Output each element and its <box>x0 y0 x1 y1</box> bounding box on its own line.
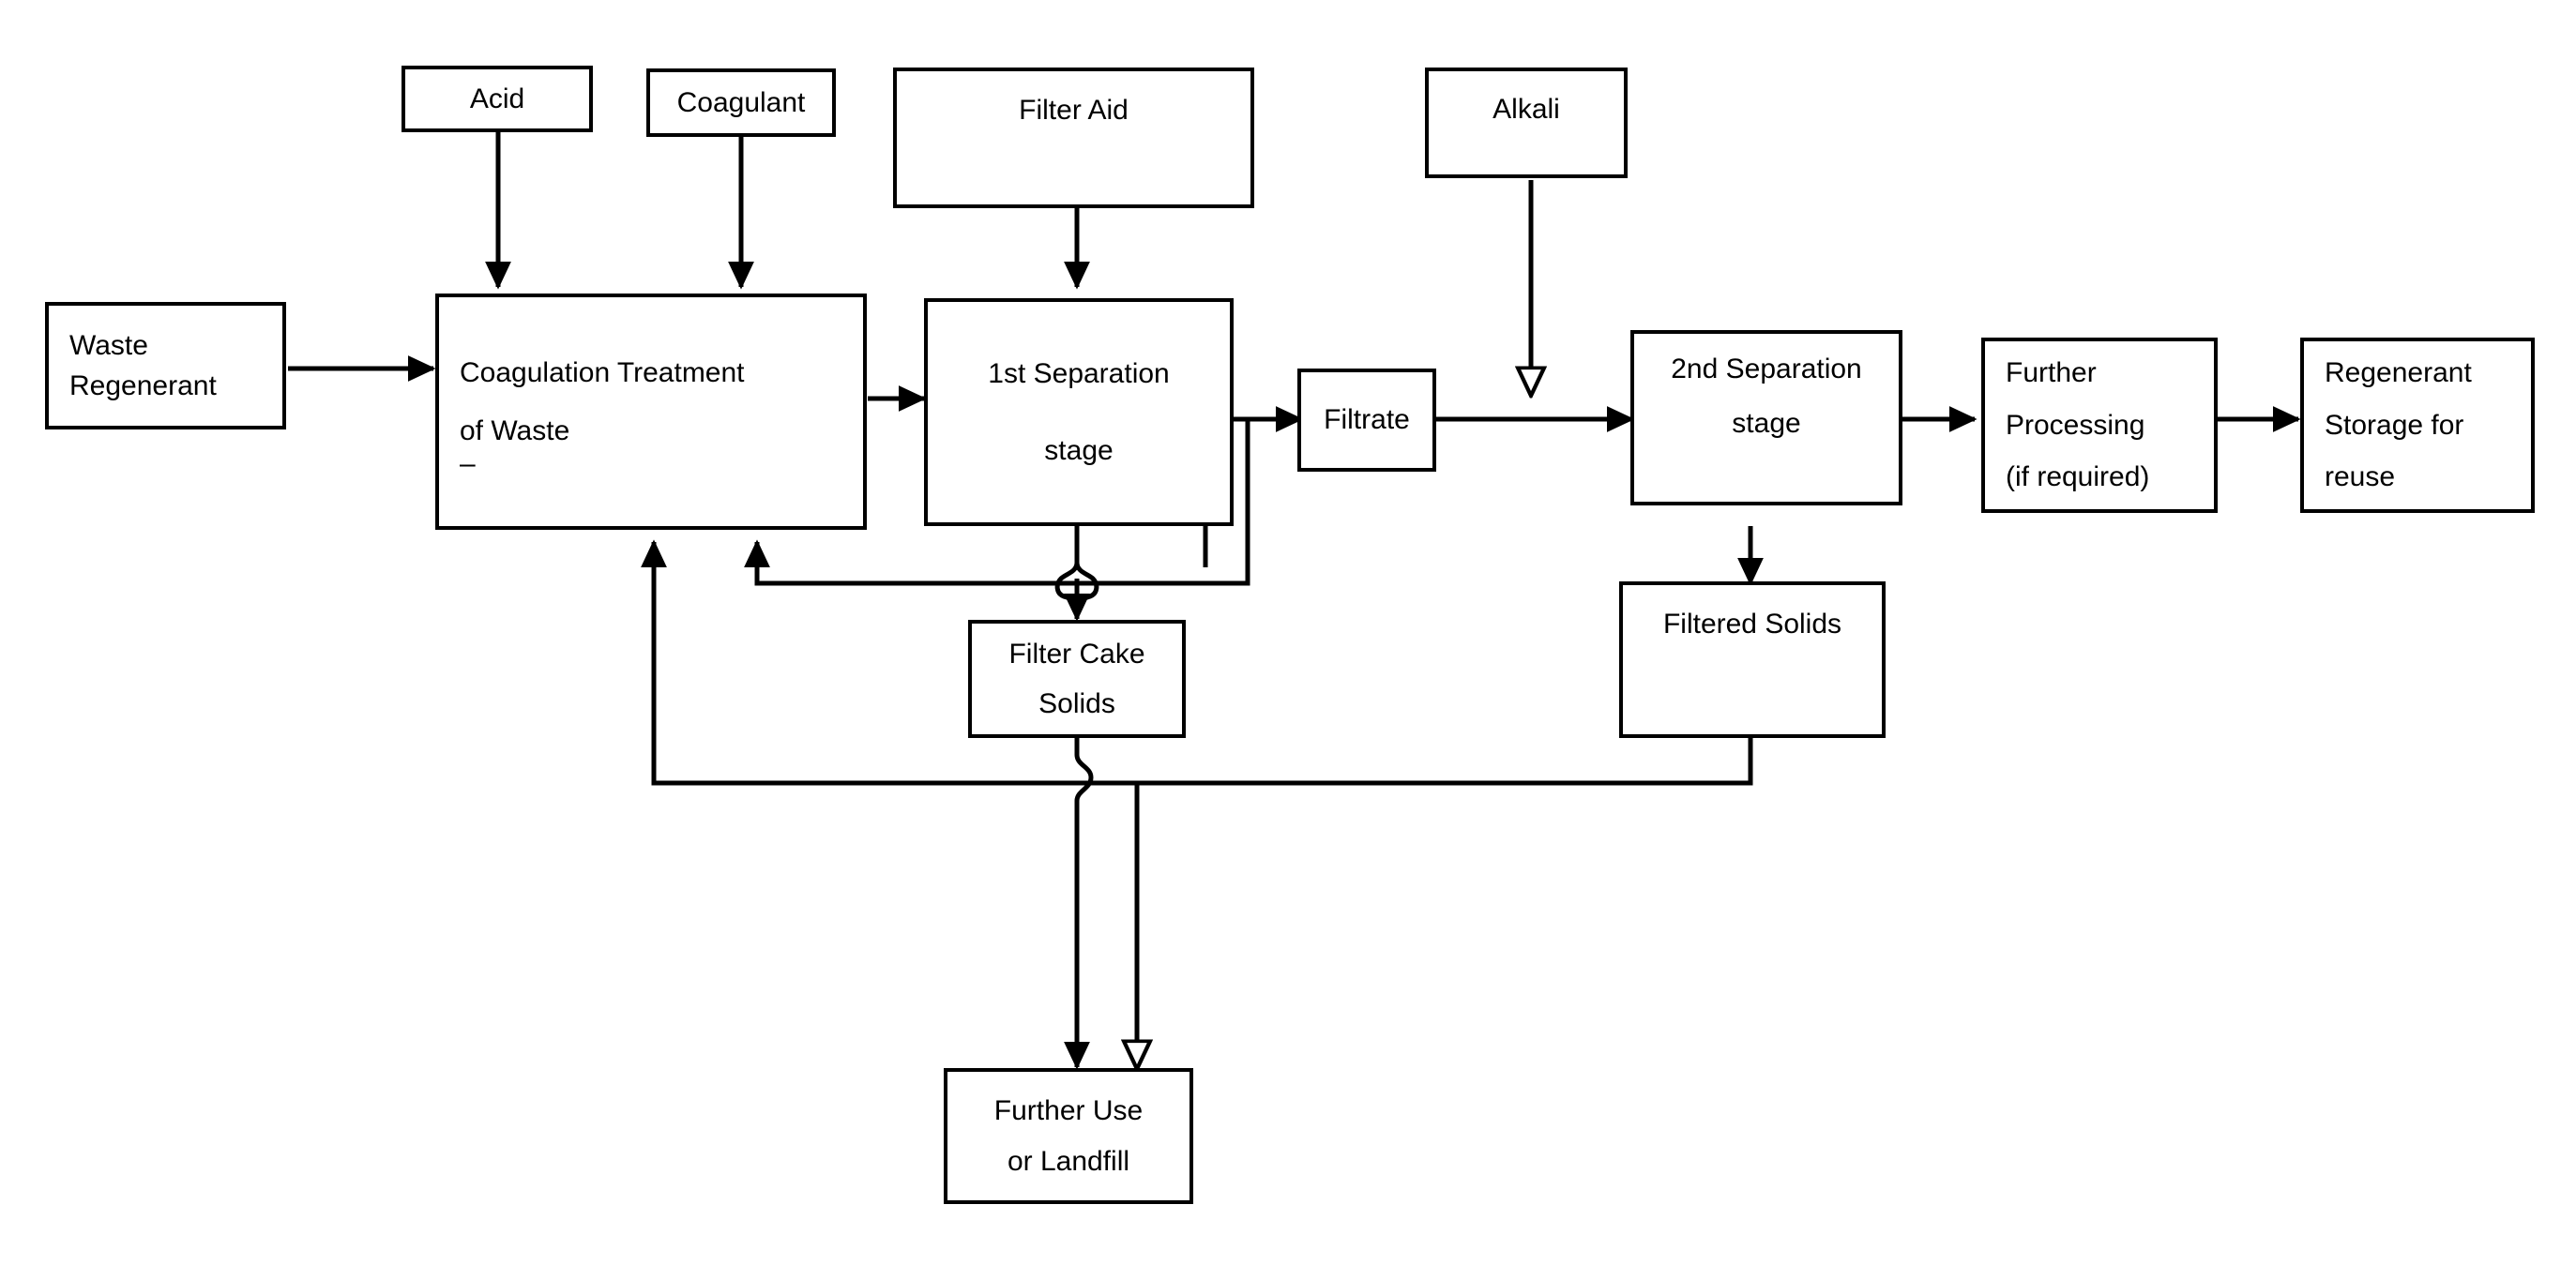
node-regenerant-storage-label-3: reuse <box>2325 461 2396 493</box>
node-waste-regenerant[interactable]: Waste Regenerant <box>45 302 286 429</box>
node-coagulant[interactable]: Coagulant <box>646 68 836 137</box>
node-acid[interactable]: Acid <box>402 66 593 132</box>
node-alkali-label: Alkali <box>1493 94 1560 126</box>
node-filter-aid[interactable]: Filter Aid <box>893 68 1254 208</box>
node-sep2-label-1: 2nd Separation <box>1671 354 1862 384</box>
node-further-processing-label-3: (if required) <box>2006 461 2150 493</box>
flow-connectors <box>288 98 2301 1265</box>
node-further-processing[interactable]: Further Processing (if required) <box>1981 338 2218 513</box>
node-filtrate-label: Filtrate <box>1324 404 1410 436</box>
node-filter-cake-solids[interactable]: Filter Cake Solids <box>968 620 1186 738</box>
node-regenerant-storage-label-2: Storage for <box>2325 409 2464 441</box>
node-further-processing-label-2: Processing <box>2006 409 2145 441</box>
node-2nd-separation-stage[interactable]: 2nd Separation stage <box>1630 330 1902 505</box>
node-coagulation-dash-mark: – <box>460 448 476 479</box>
node-acid-label: Acid <box>469 83 525 114</box>
node-further-processing-label-1: Further <box>2006 357 2097 389</box>
edge-filteredsolids-return-to-coagulation <box>641 539 1753 786</box>
node-filtered-solids-label: Filtered Solids <box>1662 608 1842 640</box>
node-filtered-solids[interactable]: Filtered Solids <box>1619 581 1886 738</box>
node-filtrate[interactable]: Filtrate <box>1297 369 1436 472</box>
node-waste-regenerant-label-2: Regenerant <box>69 370 217 401</box>
node-coagulation-label-2: of Waste <box>460 414 570 446</box>
node-sep1-label-2: stage <box>1044 434 1114 466</box>
node-coagulation-label-1: Coagulation Treatment <box>460 357 745 388</box>
node-regenerant-storage-label-1: Regenerant <box>2325 357 2472 389</box>
process-flow-diagram: Acid Coagulant Filter Aid Alkali Waste R… <box>0 0 2576 1265</box>
node-filter-cake-label-2: Solids <box>1038 688 1115 719</box>
node-coagulant-label: Coagulant <box>676 86 806 118</box>
node-further-use-or-landfill[interactable]: Further Use or Landfill <box>944 1068 1193 1204</box>
node-filter-cake-label-1: Filter Cake <box>1008 638 1145 670</box>
node-waste-regenerant-label-1: Waste <box>69 329 148 361</box>
edge-sep1-to-filtercake <box>1057 526 1097 619</box>
node-1st-separation-stage[interactable]: 1st Separation stage <box>924 298 1234 526</box>
node-landfill-label-2: or Landfill <box>1007 1145 1130 1177</box>
node-regenerant-storage[interactable]: Regenerant Storage for reuse <box>2300 338 2535 513</box>
node-coagulation-treatment[interactable]: Coagulation Treatment of Waste – <box>435 294 867 530</box>
node-sep1-label-1: 1st Separation <box>988 358 1170 389</box>
edge-filtercake-to-landfill <box>1064 736 1094 1070</box>
node-sep2-label-2: stage <box>1732 407 1801 439</box>
node-alkali[interactable]: Alkali <box>1425 68 1628 178</box>
node-filter-aid-label: Filter Aid <box>1019 95 1129 127</box>
node-landfill-label-1: Further Use <box>993 1095 1144 1126</box>
